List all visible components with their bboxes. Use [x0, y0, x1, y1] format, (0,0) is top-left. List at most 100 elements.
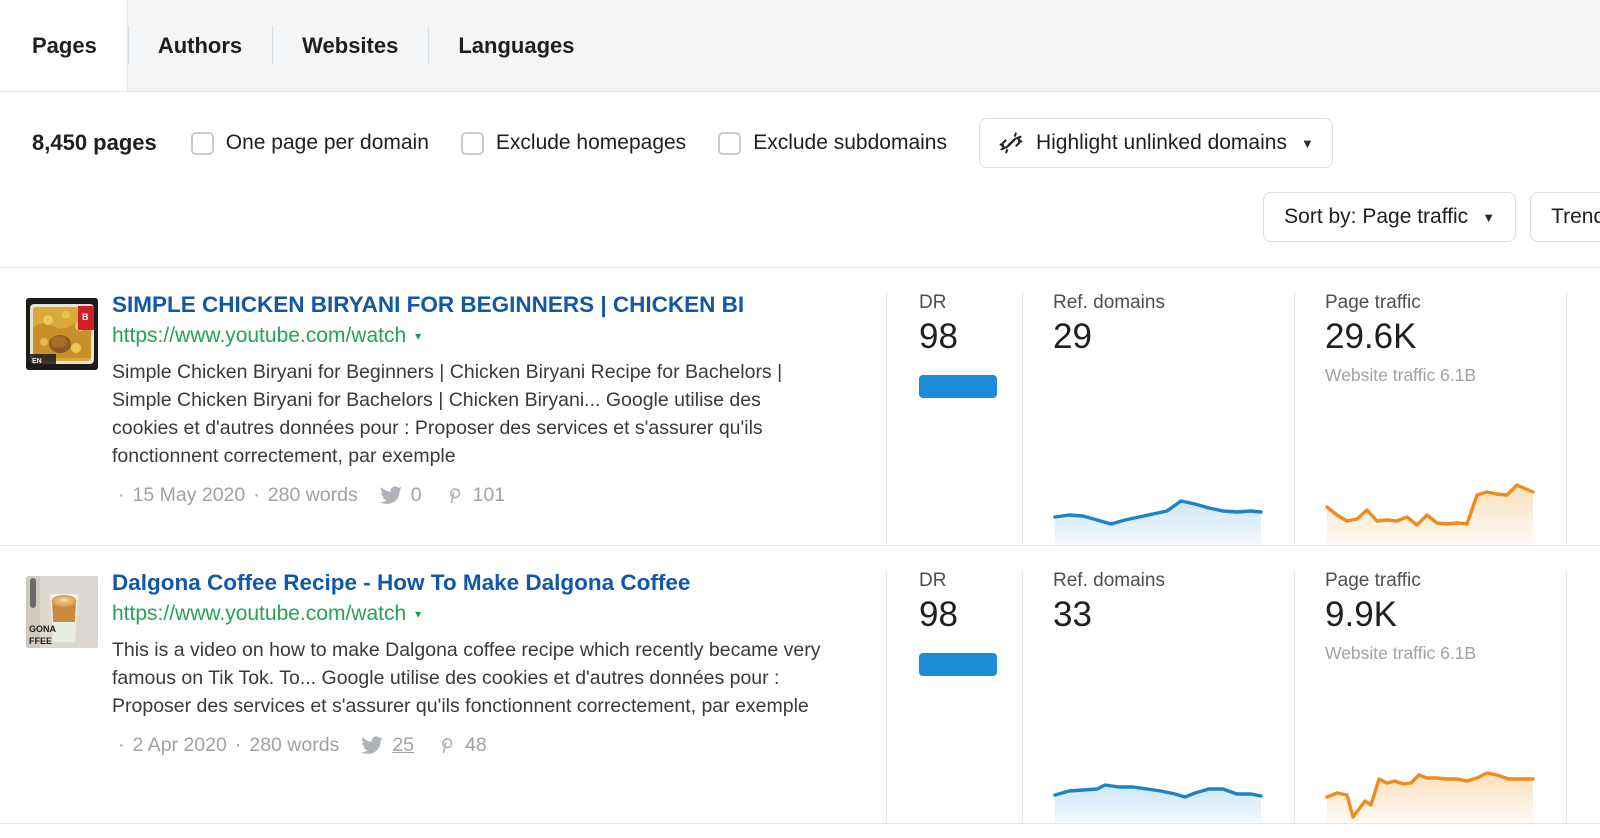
metric-dr: DR 98 [886, 570, 1022, 823]
result-metadata: · 2 Apr 2020 · 280 words 25 [112, 734, 876, 757]
page-traffic-sparkline [1325, 751, 1535, 823]
tab-divider [428, 26, 429, 65]
page-traffic-sparkline [1325, 473, 1535, 545]
tab-authors[interactable]: Authors [128, 0, 272, 91]
result-url[interactable]: https://www.youtube.com/watch ▾ [112, 602, 876, 626]
ref-domains-sparkline [1053, 473, 1263, 545]
result-body: SIMPLE CHICKEN BIRYANI FOR BEGINNERS | C… [112, 292, 886, 545]
metric-page-traffic-value: 29.6K [1325, 316, 1566, 357]
result-url[interactable]: https://www.youtube.com/watch ▾ [112, 324, 876, 348]
chevron-down-icon[interactable]: ▾ [415, 608, 421, 620]
metric-ref-domains-label: Ref. domains [1053, 570, 1294, 592]
result-body: Dalgona Coffee Recipe - How To Make Dalg… [112, 570, 886, 823]
section-tabs: Pages Authors Websites Languages [0, 0, 1600, 92]
metric-column-tail [1566, 570, 1600, 823]
result-description: This is a video on how to make Dalgona c… [112, 636, 824, 720]
result-content: B EN SIMPLE CHICKEN BIRYANI FOR BEGINNER… [0, 268, 886, 545]
tab-websites-label: Websites [302, 33, 398, 59]
checkbox-box[interactable] [461, 132, 484, 155]
sort-controls-row: Sort by: Page traffic ▼ Trends: L [32, 168, 1600, 242]
chevron-down-icon: ▼ [1482, 211, 1495, 224]
pinterest-share-count: 101 [473, 484, 506, 507]
result-date: 15 May 2020 [133, 484, 246, 507]
pinterest-icon [444, 485, 464, 505]
sort-by-button[interactable]: Sort by: Page traffic ▼ [1263, 192, 1516, 242]
tab-divider [128, 26, 129, 65]
sort-by-label: Sort by: Page traffic [1284, 205, 1468, 229]
checkbox-one-page-per-domain[interactable]: One page per domain [191, 131, 429, 155]
tab-authors-label: Authors [158, 33, 242, 59]
result-metrics: DR 98 Ref. domains 29 [886, 268, 1600, 545]
dr-bar [919, 653, 997, 676]
highlight-unlinked-domains-button[interactable]: Highlight unlinked domains ▼ [979, 118, 1333, 168]
chevron-down-icon[interactable]: ▾ [415, 330, 421, 342]
checkbox-label: One page per domain [226, 131, 429, 155]
checkbox-label: Exclude subdomains [753, 131, 947, 155]
tab-pages[interactable]: Pages [0, 0, 128, 91]
twitter-icon [361, 736, 383, 755]
svg-text:FFEE: FFEE [29, 636, 52, 646]
result-description: Simple Chicken Biryani for Beginners | C… [112, 358, 824, 470]
result-content: GONA FFEE Dalgona Coffee Recipe - How To… [0, 546, 886, 823]
tab-pages-label: Pages [32, 33, 97, 59]
svg-text:GONA: GONA [29, 624, 57, 634]
result-url-text: https://www.youtube.com/watch [112, 602, 406, 626]
metric-dr: DR 98 [886, 292, 1022, 545]
tab-websites[interactable]: Websites [272, 0, 428, 91]
metric-page-traffic-value: 9.9K [1325, 594, 1566, 635]
website-traffic-sub: Website traffic 6.1B [1325, 365, 1566, 386]
pinterest-icon [436, 735, 456, 755]
trends-label: Trends: L [1551, 205, 1600, 229]
svg-text:EN: EN [32, 358, 42, 365]
result-metrics: DR 98 Ref. domains 33 [886, 546, 1600, 823]
filter-row: 8,450 pages One page per domain Exclude … [32, 92, 1600, 168]
meta-bullet: · [118, 734, 125, 757]
metric-page-traffic: Page traffic 9.9K Website traffic 6.1B [1294, 570, 1566, 823]
pinterest-shares[interactable]: 48 [436, 734, 487, 757]
tab-divider [272, 26, 273, 65]
result-title-link[interactable]: SIMPLE CHICKEN BIRYANI FOR BEGINNERS | C… [112, 292, 876, 319]
results-list: B EN SIMPLE CHICKEN BIRYANI FOR BEGINNER… [0, 267, 1600, 824]
result-url-text: https://www.youtube.com/watch [112, 324, 406, 348]
ref-domains-sparkline [1053, 751, 1263, 823]
svg-text:B: B [82, 312, 89, 322]
twitter-share-count: 0 [411, 484, 422, 507]
broken-link-icon [998, 130, 1024, 156]
chicken-biryani-thumbnail[interactable]: B EN [26, 298, 98, 370]
metric-dr-value: 98 [919, 316, 1022, 357]
table-row: B EN SIMPLE CHICKEN BIRYANI FOR BEGINNER… [0, 268, 1600, 546]
pages-count: 8,450 pages [32, 130, 157, 156]
result-word-count: 280 words [249, 734, 339, 757]
metric-dr-label: DR [919, 292, 1022, 314]
metric-page-traffic-label: Page traffic [1325, 570, 1566, 592]
checkbox-exclude-homepages[interactable]: Exclude homepages [461, 131, 686, 155]
checkbox-exclude-subdomains[interactable]: Exclude subdomains [718, 131, 947, 155]
result-title-link[interactable]: Dalgona Coffee Recipe - How To Make Dalg… [112, 570, 876, 597]
metric-dr-value: 98 [919, 594, 1022, 635]
trends-button[interactable]: Trends: L [1530, 192, 1600, 242]
meta-bullet: · [235, 734, 242, 757]
metric-column-tail [1566, 292, 1600, 545]
website-traffic-sub: Website traffic 6.1B [1325, 643, 1566, 664]
dalgona-coffee-thumbnail[interactable]: GONA FFEE [26, 576, 98, 648]
metric-dr-label: DR [919, 570, 1022, 592]
twitter-shares[interactable]: 25 [361, 734, 414, 757]
meta-bullet: · [253, 484, 260, 507]
pinterest-shares[interactable]: 101 [444, 484, 506, 507]
metric-ref-domains: Ref. domains 33 [1022, 570, 1294, 823]
checkbox-box[interactable] [191, 132, 214, 155]
tab-languages[interactable]: Languages [428, 0, 604, 91]
metric-ref-domains-value: 29 [1053, 316, 1294, 357]
checkbox-box[interactable] [718, 132, 741, 155]
meta-bullet: · [118, 484, 125, 507]
twitter-icon [380, 486, 402, 505]
twitter-shares[interactable]: 0 [380, 484, 422, 507]
table-row: GONA FFEE Dalgona Coffee Recipe - How To… [0, 546, 1600, 824]
tab-languages-label: Languages [458, 33, 574, 59]
filter-toolbar: 8,450 pages One page per domain Exclude … [0, 92, 1600, 267]
metric-page-traffic: Page traffic 29.6K Website traffic 6.1B [1294, 292, 1566, 545]
highlight-button-label: Highlight unlinked domains [1036, 131, 1287, 155]
dr-bar [919, 375, 997, 398]
metric-page-traffic-label: Page traffic [1325, 292, 1566, 314]
twitter-share-count[interactable]: 25 [392, 734, 414, 757]
